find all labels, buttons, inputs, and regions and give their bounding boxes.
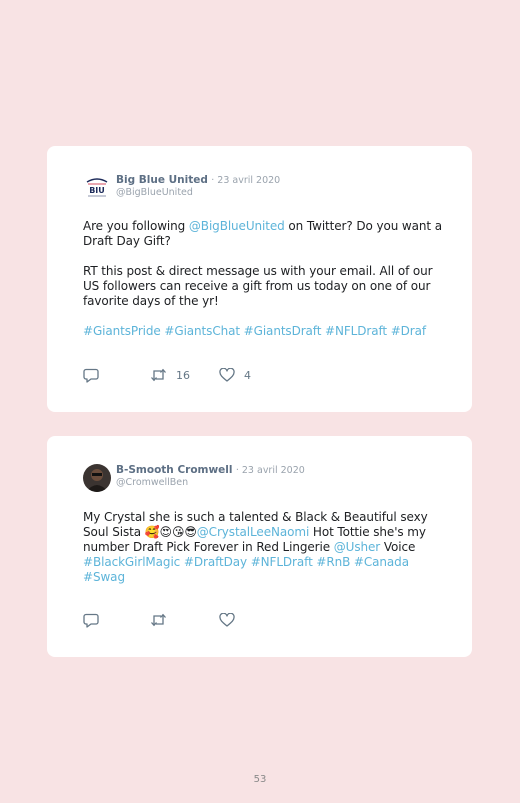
author-handle[interactable]: @CromwellBen bbox=[116, 477, 305, 489]
page-number: 53 bbox=[253, 774, 267, 785]
tweet-text: Are you following @BigBlueUnited on Twit… bbox=[83, 219, 443, 339]
author-name[interactable]: Big Blue United bbox=[116, 174, 208, 186]
reply-button[interactable] bbox=[83, 613, 99, 628]
like-count: 4 bbox=[244, 368, 251, 382]
emoji-group: 🥰😍😘😎 bbox=[144, 525, 197, 539]
tweet-card: B-Smooth Cromwell · 23 avril 2020 @Cromw… bbox=[47, 436, 472, 657]
tweet-text-segment: Are you following bbox=[83, 219, 189, 233]
retweet-count: 16 bbox=[176, 368, 190, 382]
author-name[interactable]: B-Smooth Cromwell bbox=[116, 464, 233, 476]
avatar[interactable] bbox=[83, 464, 111, 492]
mention-link[interactable]: @Usher bbox=[334, 540, 380, 554]
hashtag-list[interactable]: #GiantsPride #GiantsChat #GiantsDraft #N… bbox=[83, 324, 443, 339]
reply-icon bbox=[83, 613, 99, 628]
author-handle[interactable]: @BigBlueUnited bbox=[116, 187, 280, 199]
retweet-button[interactable]: 16 bbox=[150, 368, 190, 382]
retweet-button[interactable] bbox=[150, 613, 167, 627]
avatar-logo-text: BIU bbox=[89, 186, 105, 195]
like-button[interactable]: 4 bbox=[219, 368, 251, 382]
heart-icon bbox=[219, 368, 235, 382]
tweet-text-segment: Voice bbox=[380, 540, 416, 554]
tweet-date: · 23 avril 2020 bbox=[235, 465, 305, 476]
retweet-icon bbox=[151, 368, 166, 382]
like-button[interactable] bbox=[219, 613, 235, 627]
profile-photo bbox=[83, 464, 111, 492]
tweet-paragraph: RT this post & direct message us with yo… bbox=[83, 264, 433, 308]
big-blue-united-logo: BIU bbox=[83, 174, 111, 202]
mention-link[interactable]: @CrystalLeeNaomi bbox=[197, 525, 310, 539]
retweet-icon bbox=[151, 613, 166, 627]
reply-button[interactable] bbox=[83, 368, 99, 383]
hashtag-list[interactable]: #BlackGirlMagic #DraftDay #NFLDraft #RnB… bbox=[83, 555, 409, 584]
reply-icon bbox=[83, 368, 99, 383]
mention-link[interactable]: @BigBlueUnited bbox=[189, 219, 285, 233]
tweet-actions: 16 4 bbox=[83, 368, 283, 384]
tweet-actions bbox=[83, 613, 283, 629]
tweet-date: · 23 avril 2020 bbox=[211, 175, 281, 186]
avatar[interactable]: BIU bbox=[83, 174, 111, 202]
tweet-card: BIU Big Blue United · 23 avril 2020 @Big… bbox=[47, 146, 472, 412]
heart-icon bbox=[219, 613, 235, 627]
tweet-text: My Crystal she is such a talented & Blac… bbox=[83, 510, 443, 585]
